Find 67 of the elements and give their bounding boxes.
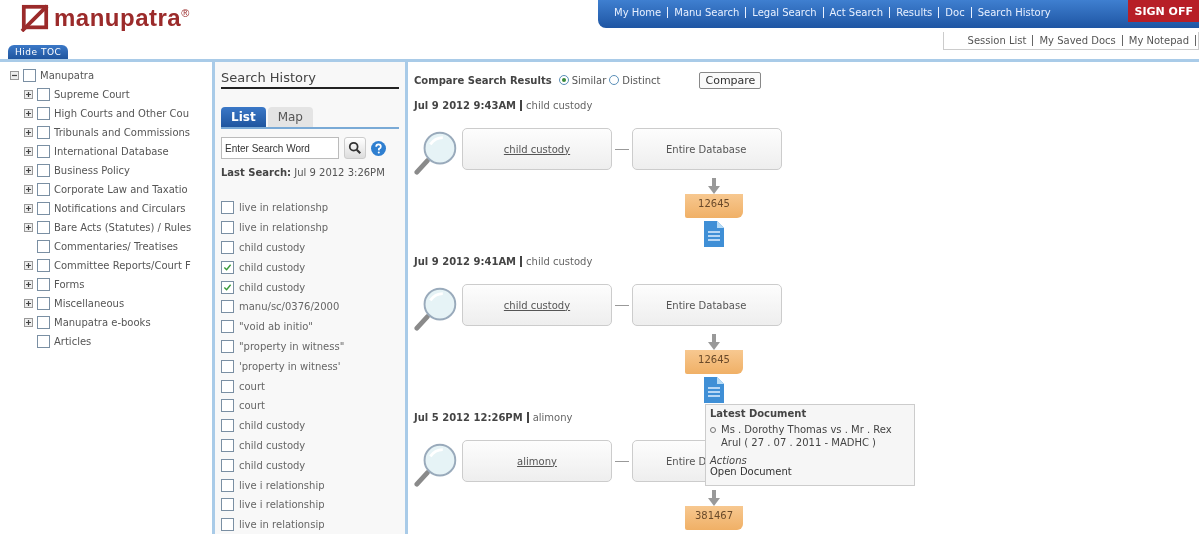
result-count[interactable]: 12645 <box>685 350 743 374</box>
tooltip-title: Latest Document <box>710 408 808 419</box>
tree-item[interactable]: Bare Acts (Statutes) / Rules <box>54 222 192 233</box>
history-item[interactable]: court <box>239 380 265 392</box>
history-item[interactable]: child custody <box>239 459 306 471</box>
tree-item[interactable]: Business Policy <box>54 165 131 176</box>
tree-item[interactable]: Notifications and Circulars <box>54 203 186 214</box>
nav-link[interactable]: Doc <box>938 7 965 18</box>
history-item[interactable]: live i relationship <box>239 499 325 511</box>
tab[interactable]: List <box>221 107 266 127</box>
sign-off-button[interactable]: SIGN OFF <box>1127 0 1199 22</box>
history-item[interactable]: live in relationshp <box>239 222 329 234</box>
history-item[interactable]: child custody <box>239 439 306 451</box>
actions-label: Actions <box>710 455 748 466</box>
history-item[interactable]: child custody <box>239 281 306 293</box>
tree-item[interactable]: International Database <box>54 146 169 157</box>
history-item[interactable]: "void ab initio" <box>239 321 313 333</box>
query-link[interactable]: child custody <box>503 143 571 155</box>
last-search-text: Last Search: Jul 9 2012 3:26PM <box>221 167 386 178</box>
tree-item[interactable]: Articles <box>54 336 92 347</box>
nav-link[interactable]: Act Search <box>822 7 884 18</box>
logo-text: manupatra$^{®}$ <box>54 4 190 32</box>
hide-toc-button[interactable]: Hide TOC <box>8 45 69 59</box>
search-heading: Jul 9 2012 9:43AM child custody <box>414 100 593 113</box>
tree-item[interactable]: Forms <box>54 279 85 290</box>
tree-item[interactable]: Commentaries/ Treatises <box>54 241 178 252</box>
compare-button[interactable]: Compare <box>699 71 762 89</box>
tree-item[interactable]: Manupatra <box>40 70 95 81</box>
history-item[interactable]: child custody <box>239 261 306 273</box>
history-item[interactable]: 'property in witness' <box>239 360 341 372</box>
tree-item[interactable]: Corporate Law and Taxatio <box>54 184 188 195</box>
radio-label[interactable]: Similar <box>571 74 607 86</box>
history-item[interactable]: child custody <box>239 242 306 253</box>
tree-item[interactable]: Miscellaneous <box>54 298 125 309</box>
query-link[interactable]: alimony <box>517 455 557 467</box>
tree-item[interactable]: Tribunals and Commissions <box>54 127 191 138</box>
history-item[interactable]: live in relationsip <box>239 519 325 531</box>
history-item[interactable]: "property in witness" <box>239 340 345 352</box>
scope-node: Entire Database <box>632 284 782 326</box>
history-item[interactable]: live in relationshp <box>239 202 329 214</box>
tree-item[interactable]: Committee Reports/Court F <box>54 260 191 271</box>
search-field[interactable]: Enter Search Word <box>221 137 339 159</box>
nav-link[interactable]: Search History <box>970 7 1051 18</box>
tab[interactable]: Map <box>267 107 313 127</box>
history-item[interactable]: live i relationship <box>239 479 325 491</box>
history-item[interactable]: child custody <box>239 420 306 432</box>
nav-link[interactable]: Results <box>889 7 933 18</box>
nav-link[interactable]: Session List <box>967 35 1034 46</box>
panel-title: Search History <box>221 70 399 89</box>
result-count[interactable]: 12645 <box>685 194 743 218</box>
tree-item[interactable]: Supreme Court <box>54 89 130 100</box>
history-item[interactable]: manu/sc/0376/2000 <box>239 301 340 313</box>
nav-link[interactable]: My Saved Docs <box>1039 35 1123 46</box>
history-item[interactable]: court <box>239 400 265 412</box>
search-heading: Jul 5 2012 12:26PM alimony <box>414 412 573 425</box>
compare-label: Compare Search Results <box>414 74 552 86</box>
nav-link[interactable]: Manu Search <box>667 7 740 18</box>
tree-item[interactable]: High Courts and Other Cou <box>54 108 190 119</box>
scope-node: Entire Database <box>632 128 782 170</box>
query-link[interactable]: child custody <box>503 299 571 311</box>
nav-link[interactable]: My Notepad <box>1128 35 1196 46</box>
result-count[interactable]: 381467 <box>685 506 743 530</box>
search-heading: Jul 9 2012 9:41AM child custody <box>414 256 593 269</box>
radio-label[interactable]: Distinct <box>622 74 661 86</box>
nav-link[interactable]: Legal Search <box>745 7 817 18</box>
nav-link[interactable]: My Home <box>614 7 662 18</box>
tree-item[interactable]: Manupatra e-books <box>54 317 151 328</box>
